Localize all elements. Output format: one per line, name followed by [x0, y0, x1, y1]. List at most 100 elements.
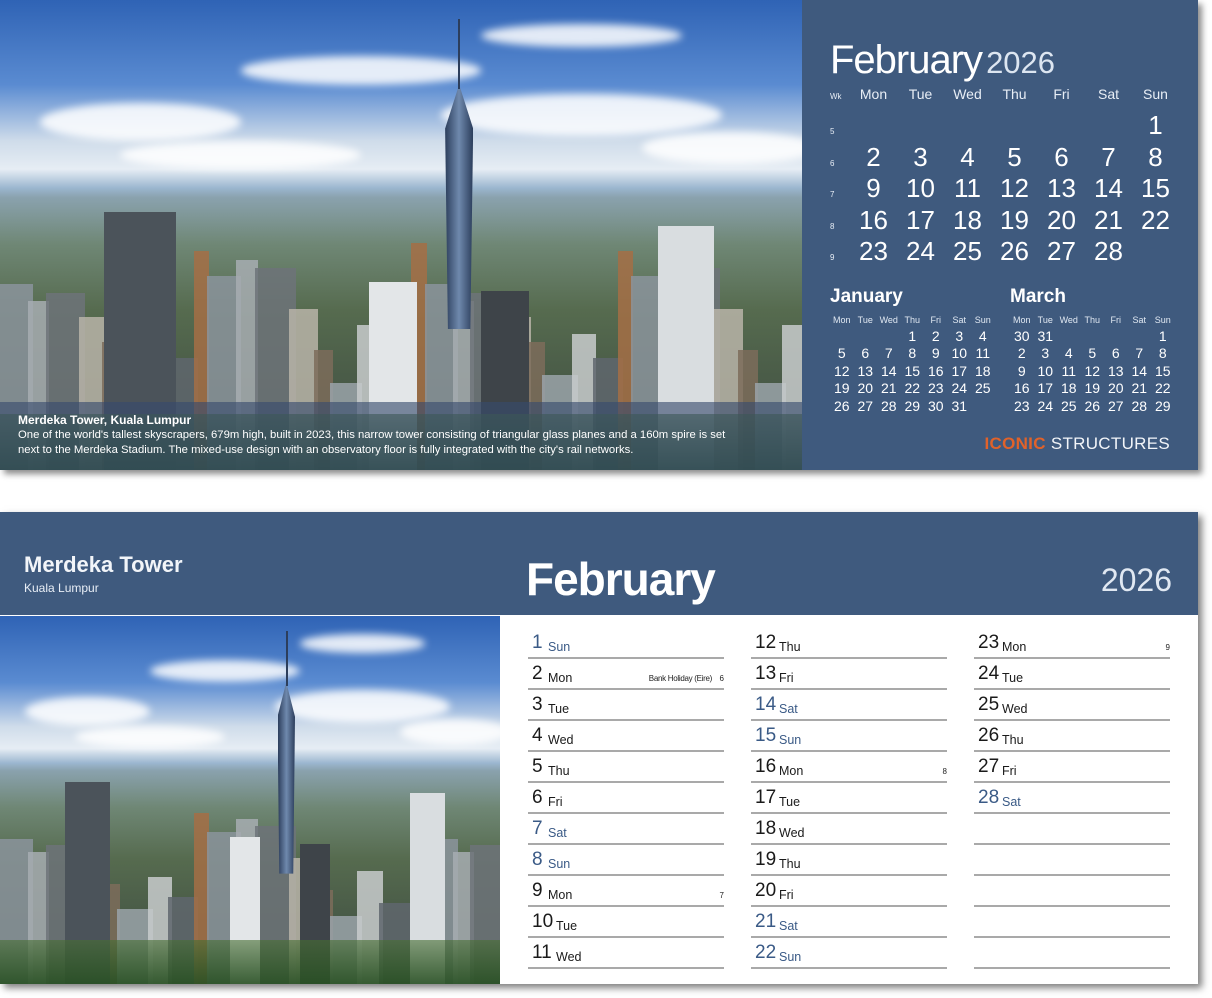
day-number: 28: [978, 787, 1000, 808]
day-row[interactable]: 26 Thu: [974, 721, 1170, 752]
day-row[interactable]: 28 Sat: [974, 783, 1170, 814]
blank-note-line[interactable]: [974, 845, 1170, 876]
day-row[interactable]: 24 Tue: [974, 659, 1170, 690]
day-row[interactable]: 15 Sun: [751, 721, 947, 752]
mini-weekday-header: Tue: [857, 315, 873, 325]
mini-weekday-header-row: Mon Tue Wed Thu Fri Sat Sun: [1010, 312, 1175, 328]
day-row[interactable]: 25 Wed: [974, 690, 1170, 721]
mini-day-cell: 3: [1041, 345, 1050, 362]
blank-note-line[interactable]: [974, 907, 1170, 938]
day-name: Thu: [548, 764, 570, 778]
mini-day-cell: 20: [857, 380, 874, 397]
day-number: 8: [532, 849, 543, 870]
cloud-shape: [75, 726, 225, 749]
day-cell: 2: [866, 141, 881, 172]
day-cell: 27: [1047, 236, 1076, 267]
blank-note-line[interactable]: [974, 814, 1170, 845]
day-cell: 11: [954, 173, 981, 204]
mini-day-cell: 7: [884, 345, 893, 362]
day-row[interactable]: 14 Sat: [751, 690, 947, 721]
day-row[interactable]: 13 Fri: [751, 659, 947, 690]
mini-weekday-header: Fri: [1110, 315, 1122, 325]
mini-day-cell: 29: [1154, 397, 1171, 414]
day-row[interactable]: 6 Fri: [528, 783, 724, 814]
mini-week-row: 16 17 18 19 20 21 22: [1010, 380, 1175, 397]
mini-day-cell: 22: [904, 380, 921, 397]
mini-weekday-header: Wed: [1059, 315, 1078, 325]
day-row[interactable]: 22 Sun: [751, 938, 947, 969]
day-row[interactable]: 11 Wed: [528, 938, 724, 969]
day-row[interactable]: 1 Sun: [528, 628, 724, 659]
mini-calendar-january: January Mon Tue Wed Thu Fri Sat Sun 1 2 3 4 5 6 7 8 9 10…: [830, 286, 995, 415]
day-cell: 16: [859, 204, 888, 235]
day-number: 16: [755, 756, 777, 777]
day-cell: 20: [1047, 204, 1076, 235]
day-row[interactable]: 8 Sun: [528, 845, 724, 876]
weekday-header: Tue: [908, 86, 933, 102]
cloud-shape: [120, 141, 361, 170]
day-row[interactable]: 23 Mon 9: [974, 628, 1170, 659]
mini-day-cell: 31: [951, 397, 968, 414]
bottom-month-name: February: [526, 553, 716, 605]
mini-day-cell: 10: [1037, 362, 1054, 379]
day-name: Wed: [556, 950, 582, 964]
week-number: 7: [830, 190, 835, 200]
week-number: 9: [830, 253, 835, 263]
day-name: Wed: [779, 826, 805, 840]
day-row[interactable]: 18 Wed: [751, 814, 947, 845]
mini-day-cell: 14: [880, 362, 897, 379]
day-row[interactable]: 27 Fri: [974, 752, 1170, 783]
mini-calendar-title: March: [1010, 286, 1066, 307]
caption-line-1: One of the world's tallest skyscrapers, …: [18, 429, 726, 441]
merdeka-tower-shape: [277, 682, 295, 874]
cloud-shape: [275, 689, 450, 723]
cloud-shape: [481, 23, 682, 47]
day-row[interactable]: 2 Mon Bank Holiday (Eire) 6: [528, 659, 724, 690]
month-calendar-panel: February 2026 Wk Mon Tue Wed Thu Fri Sat Sun 51…: [802, 0, 1198, 470]
day-cell: 21: [1094, 204, 1123, 235]
day-row[interactable]: 20 Fri: [751, 876, 947, 907]
structure-location: Kuala Lumpur: [24, 581, 99, 595]
day-cell: 25: [953, 236, 982, 267]
day-row[interactable]: 10 Tue: [528, 907, 724, 938]
mini-day-cell: 26: [833, 397, 850, 414]
mini-weekday-header: Sun: [974, 315, 991, 325]
mini-day-cell: 31: [1037, 328, 1054, 344]
day-name: Sat: [548, 826, 567, 840]
mini-day-cell: 13: [1107, 362, 1124, 379]
day-number: 20: [755, 880, 777, 901]
day-row[interactable]: 17 Tue: [751, 783, 947, 814]
day-number: 21: [755, 911, 777, 932]
mini-calendar-title: January: [830, 286, 903, 307]
holiday-note: Bank Holiday (Eire): [648, 674, 713, 683]
day-row[interactable]: 9 Mon 7: [528, 876, 724, 907]
day-name: Tue: [556, 919, 578, 933]
bottom-desk-calendar-page: Merdeka Tower Kuala Lumpur February 2026…: [0, 512, 1198, 984]
day-row[interactable]: 12 Thu: [751, 628, 947, 659]
month-name: February: [830, 38, 983, 82]
day-row[interactable]: 5 Thu: [528, 752, 724, 783]
week-number: 5: [830, 127, 835, 136]
day-cell: 13: [1047, 173, 1076, 204]
week-number: 8: [830, 221, 835, 231]
blank-note-line[interactable]: [974, 876, 1170, 907]
blank-note-line[interactable]: [974, 938, 1170, 969]
day-row[interactable]: 4 Wed: [528, 721, 724, 752]
day-row[interactable]: 21 Sat: [751, 907, 947, 938]
week-row: 7 9 10 11 12 13 14 15: [824, 173, 1179, 205]
day-row[interactable]: 16 Mon 8: [751, 752, 947, 783]
day-cell: 4: [960, 141, 975, 172]
bottom-year: 2026: [1100, 562, 1172, 598]
top-calendar-page: Merdeka Tower, Kuala Lumpur One of the w…: [0, 0, 1198, 470]
tower-spire-shape: [458, 18, 461, 90]
caption-line-2: next to the Merdeka Stadium. The mixed-u…: [18, 444, 634, 456]
day-cell: 3: [913, 141, 928, 172]
day-row[interactable]: 7 Sat: [528, 814, 724, 845]
day-cell: 6: [1054, 141, 1069, 172]
month-year: 2026: [986, 45, 1056, 80]
mini-day-cell: 30: [1013, 328, 1030, 344]
day-row[interactable]: 19 Thu: [751, 845, 947, 876]
brand-part-iconic: ICONIC: [984, 434, 1046, 453]
day-row[interactable]: 3 Tue: [528, 690, 724, 721]
mini-day-cell: [877, 328, 901, 345]
